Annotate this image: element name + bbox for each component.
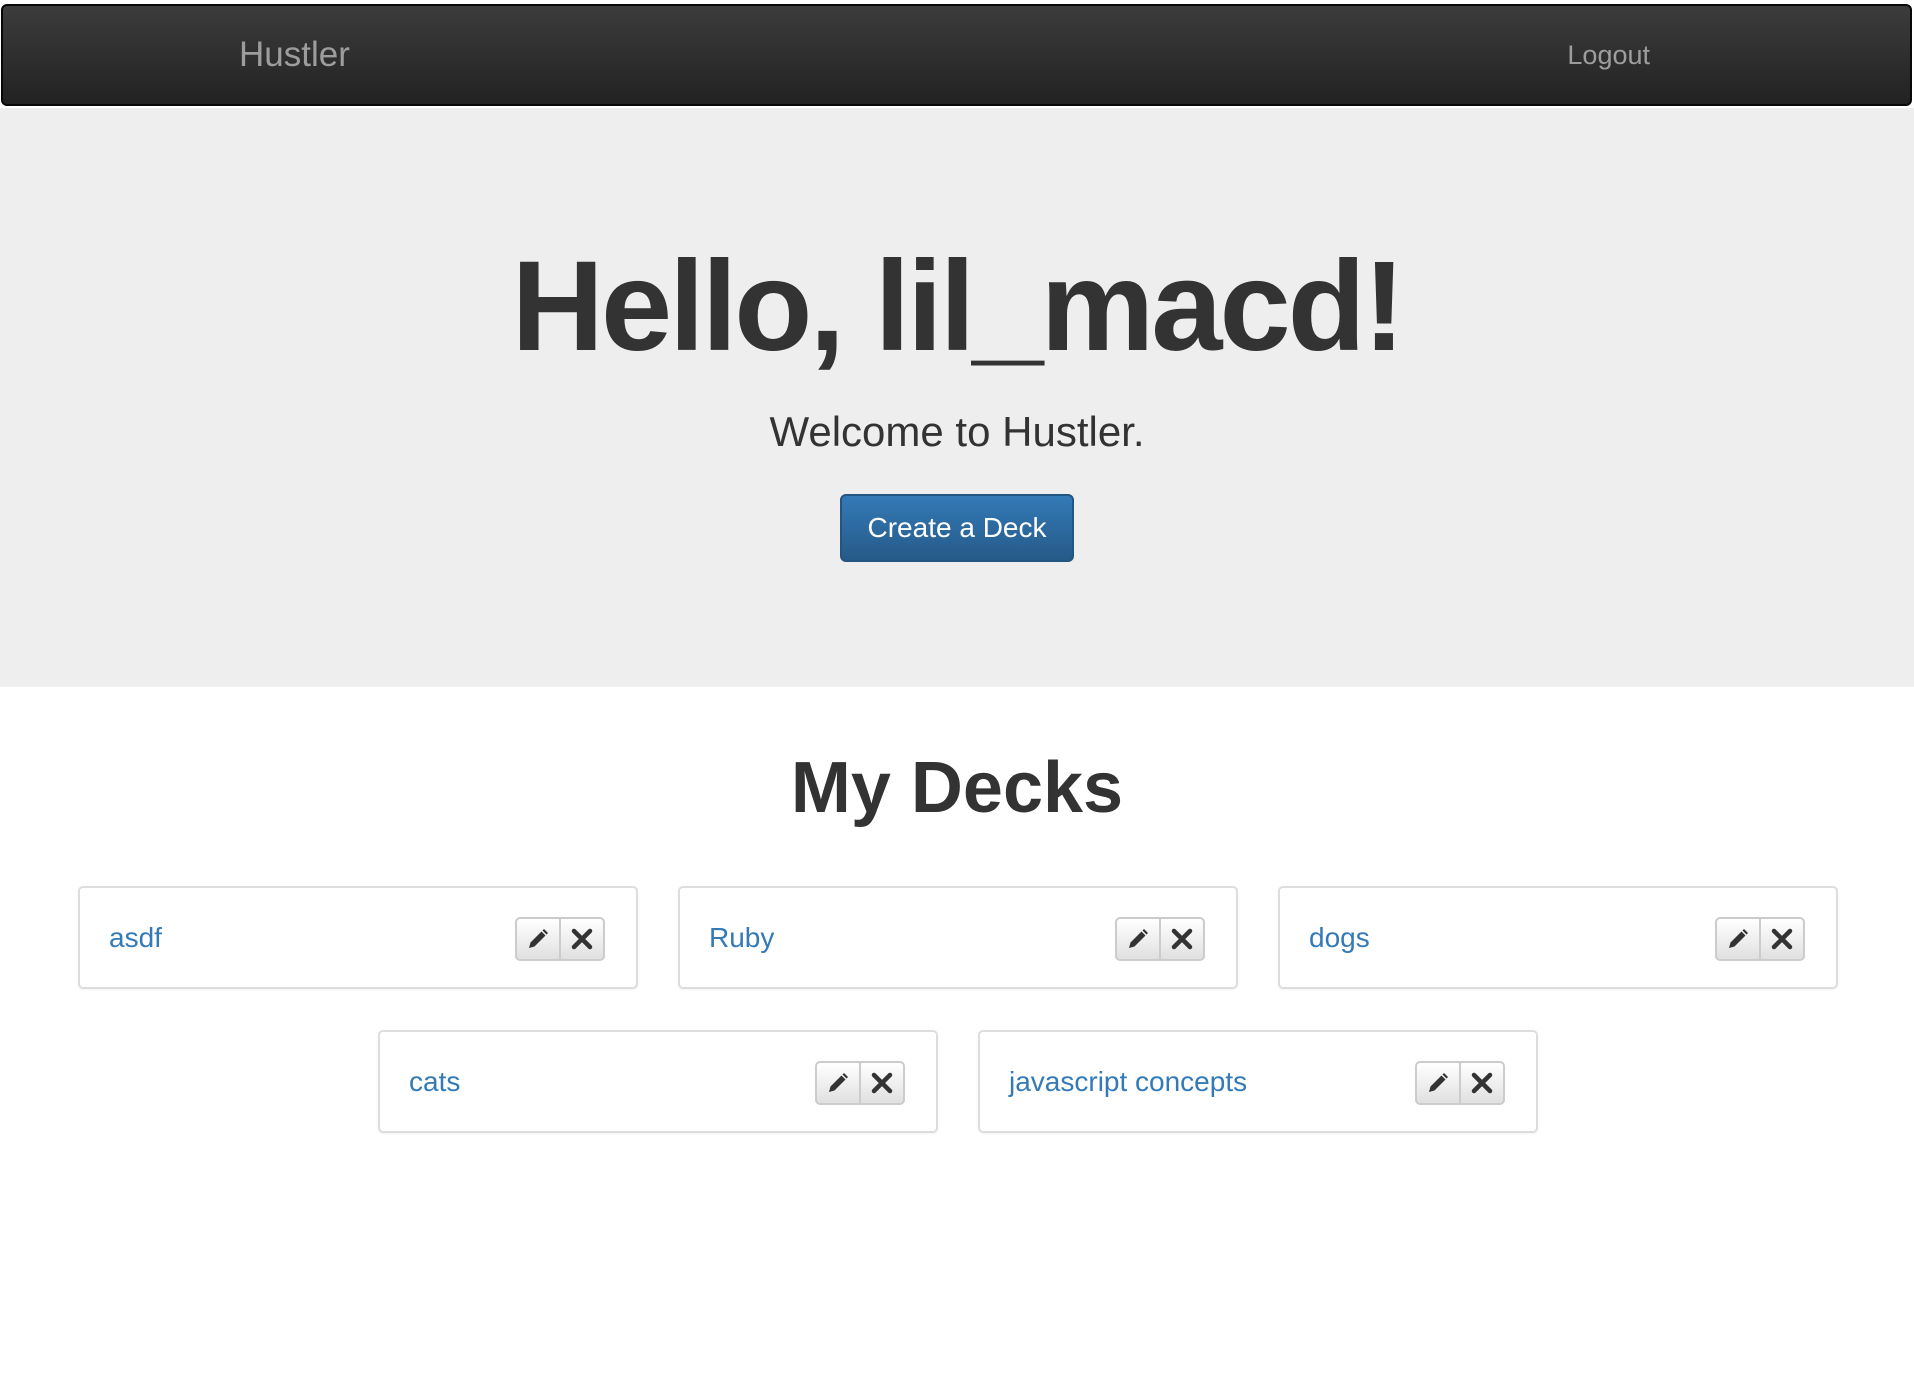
welcome-text: Welcome to Hustler. xyxy=(769,408,1145,455)
deck-actions xyxy=(1415,1061,1505,1105)
deck-card: asdf xyxy=(78,886,638,989)
deck-actions xyxy=(1715,917,1805,961)
deck-link[interactable]: cats xyxy=(409,1032,460,1131)
edit-deck-button[interactable] xyxy=(1415,1061,1461,1105)
welcome-jumbotron: Hello, lil_macd! Welcome to Hustler. Cre… xyxy=(0,108,1914,687)
edit-deck-button[interactable] xyxy=(1115,917,1161,961)
delete-deck-button[interactable] xyxy=(1159,917,1205,961)
delete-deck-button[interactable] xyxy=(1759,917,1805,961)
close-icon xyxy=(1471,1072,1493,1094)
pencil-icon xyxy=(1729,929,1748,948)
close-icon xyxy=(571,928,593,950)
delete-deck-button[interactable] xyxy=(859,1061,905,1105)
deck-actions xyxy=(815,1061,905,1105)
edit-deck-button[interactable] xyxy=(515,917,561,961)
delete-deck-button[interactable] xyxy=(1459,1061,1505,1105)
brand-logo[interactable]: Hustler xyxy=(239,6,350,104)
deck-link[interactable]: javascript concepts xyxy=(1009,1032,1247,1131)
deck-actions xyxy=(515,917,605,961)
pencil-icon xyxy=(1429,1073,1448,1092)
deck-actions xyxy=(1115,917,1205,961)
my-decks-heading: My Decks xyxy=(790,748,1124,828)
deck-link[interactable]: dogs xyxy=(1309,888,1370,987)
deck-card: Ruby xyxy=(678,886,1238,989)
close-icon xyxy=(1171,928,1193,950)
close-icon xyxy=(1771,928,1793,950)
edit-deck-button[interactable] xyxy=(1715,917,1761,961)
deck-card: dogs xyxy=(1278,886,1838,989)
greeting-heading: Hello, lil_macd! xyxy=(511,235,1406,378)
deck-link[interactable]: Ruby xyxy=(709,888,774,987)
pencil-icon xyxy=(1129,929,1148,948)
edit-deck-button[interactable] xyxy=(815,1061,861,1105)
deck-link[interactable]: asdf xyxy=(109,888,162,987)
create-deck-button[interactable]: Create a Deck xyxy=(840,494,1074,562)
pencil-icon xyxy=(529,929,548,948)
logout-link[interactable]: Logout xyxy=(1567,6,1650,104)
deck-card: cats xyxy=(378,1030,938,1133)
deck-card: javascript concepts xyxy=(978,1030,1538,1133)
close-icon xyxy=(871,1072,893,1094)
delete-deck-button[interactable] xyxy=(559,917,605,961)
top-navbar: Hustler Logout xyxy=(1,4,1912,106)
pencil-icon xyxy=(829,1073,848,1092)
